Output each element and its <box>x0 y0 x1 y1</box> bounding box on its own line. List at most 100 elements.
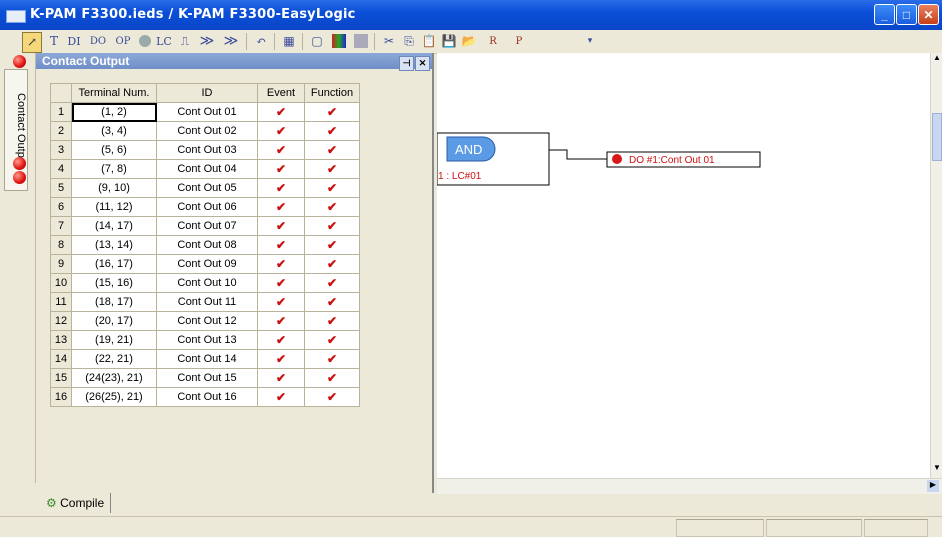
event-check-cell[interactable]: ✔ <box>257 368 305 388</box>
scroll-down-icon[interactable]: ▼ <box>932 463 942 473</box>
scroll-right-icon[interactable]: ▶ <box>927 480 939 492</box>
terminal-num-cell-cell[interactable]: (18, 17) <box>71 292 157 312</box>
id-cell-cell[interactable]: Cont Out 03 <box>156 140 258 160</box>
id-cell-cell[interactable]: Cont Out 06 <box>156 197 258 217</box>
pulse-tool-icon[interactable]: ⎍ <box>176 32 194 51</box>
event-check-cell[interactable]: ✔ <box>257 216 305 236</box>
id-cell-cell[interactable]: Cont Out 07 <box>156 216 258 236</box>
tool-di[interactable]: DI <box>64 32 84 51</box>
event-check-cell[interactable]: ✔ <box>257 235 305 255</box>
pointer-tool-icon[interactable]: ↗ <box>22 32 42 53</box>
event-check-cell[interactable]: ✔ <box>257 197 305 217</box>
id-cell-cell[interactable]: Cont Out 04 <box>156 159 258 179</box>
function-check-cell[interactable]: ✔ <box>304 178 360 198</box>
copy-icon[interactable]: ⎘ <box>400 32 418 51</box>
panel-close-icon[interactable]: ✕ <box>415 56 430 71</box>
function-check-cell[interactable]: ✔ <box>304 387 360 407</box>
id-cell-cell[interactable]: Cont Out 08 <box>156 235 258 255</box>
function-check-cell[interactable]: ✔ <box>304 102 360 122</box>
logic-canvas[interactable]: AND 1 : LC#01 DO #1:Cont Out 01 <box>437 53 930 478</box>
table-row[interactable]: 3 (5, 6) Cont Out 03 ✔ ✔ <box>50 140 360 160</box>
function-check-cell[interactable]: ✔ <box>304 197 360 217</box>
to-pc-icon[interactable]: P <box>508 32 530 51</box>
tool-t[interactable]: T <box>48 32 60 51</box>
id-cell-cell[interactable]: Cont Out 09 <box>156 254 258 274</box>
terminal-num-cell-cell[interactable]: (13, 14) <box>71 235 157 255</box>
event-check-cell[interactable]: ✔ <box>257 254 305 274</box>
shift-tool-2-icon[interactable]: ≫ <box>220 32 242 51</box>
tool-op[interactable]: OP <box>112 32 134 51</box>
save-icon[interactable]: 💾 <box>440 32 458 51</box>
function-check-cell[interactable]: ✔ <box>304 349 360 369</box>
terminal-num-cell-cell[interactable]: (22, 21) <box>71 349 157 369</box>
terminal-num-cell-cell[interactable]: (20, 17) <box>71 311 157 331</box>
table-row[interactable]: 12 (20, 17) Cont Out 12 ✔ ✔ <box>50 311 360 331</box>
tool-do[interactable]: DO <box>86 32 110 51</box>
minimize-button[interactable]: _ <box>874 4 895 25</box>
table-row[interactable]: 15 (24(23), 21) Cont Out 15 ✔ ✔ <box>50 368 360 388</box>
function-check-cell[interactable]: ✔ <box>304 311 360 331</box>
event-check-cell[interactable]: ✔ <box>257 311 305 331</box>
function-check-cell[interactable]: ✔ <box>304 121 360 141</box>
table-row[interactable]: 1 (1, 2) Cont Out 01 ✔ ✔ <box>50 102 360 122</box>
id-cell-cell[interactable]: Cont Out 11 <box>156 292 258 312</box>
function-check-cell[interactable]: ✔ <box>304 140 360 160</box>
event-check-cell[interactable]: ✔ <box>257 178 305 198</box>
output-icon-2[interactable] <box>13 157 26 170</box>
paste-icon[interactable]: 📋 <box>420 32 438 51</box>
id-cell-cell[interactable]: Cont Out 15 <box>156 368 258 388</box>
output-icon-3[interactable] <box>13 171 26 184</box>
table-row[interactable]: 13 (19, 21) Cont Out 13 ✔ ✔ <box>50 330 360 350</box>
maximize-button[interactable]: □ <box>896 4 917 25</box>
rectangle-tool-icon[interactable]: ▢ <box>308 32 326 51</box>
id-cell-cell[interactable]: Cont Out 05 <box>156 178 258 198</box>
table-row[interactable]: 5 (9, 10) Cont Out 05 ✔ ✔ <box>50 178 360 198</box>
event-check-cell[interactable]: ✔ <box>257 102 305 122</box>
event-check-cell[interactable]: ✔ <box>257 292 305 312</box>
function-check-cell[interactable]: ✔ <box>304 330 360 350</box>
id-cell-cell[interactable]: Cont Out 14 <box>156 349 258 369</box>
terminal-num-cell-cell[interactable]: (3, 4) <box>71 121 157 141</box>
table-row[interactable]: 11 (18, 17) Cont Out 11 ✔ ✔ <box>50 292 360 312</box>
table-row[interactable]: 4 (7, 8) Cont Out 04 ✔ ✔ <box>50 159 360 179</box>
undo-icon[interactable]: ↶ <box>252 32 270 51</box>
id-cell-cell[interactable]: Cont Out 12 <box>156 311 258 331</box>
function-check-cell[interactable]: ✔ <box>304 254 360 274</box>
horizontal-scrollbar[interactable]: ▶ <box>437 478 942 494</box>
color-tool-2-icon[interactable] <box>352 32 370 51</box>
table-row[interactable]: 9 (16, 17) Cont Out 09 ✔ ✔ <box>50 254 360 274</box>
terminal-num-cell-cell[interactable]: (11, 12) <box>71 197 157 217</box>
function-check-cell[interactable]: ✔ <box>304 292 360 312</box>
scroll-thumb[interactable] <box>932 113 942 161</box>
terminal-num-cell-cell[interactable]: (19, 21) <box>71 330 157 350</box>
vertical-scrollbar[interactable]: ▲ ▼ <box>930 53 942 478</box>
table-row[interactable]: 14 (22, 21) Cont Out 14 ✔ ✔ <box>50 349 360 369</box>
id-cell-cell[interactable]: Cont Out 16 <box>156 387 258 407</box>
event-check-cell[interactable]: ✔ <box>257 349 305 369</box>
event-check-cell[interactable]: ✔ <box>257 330 305 350</box>
table-row[interactable]: 2 (3, 4) Cont Out 02 ✔ ✔ <box>50 121 360 141</box>
function-check-cell[interactable]: ✔ <box>304 368 360 388</box>
id-cell-cell[interactable]: Cont Out 02 <box>156 121 258 141</box>
function-check-cell[interactable]: ✔ <box>304 159 360 179</box>
to-relay-icon[interactable]: R <box>482 32 504 51</box>
cut-icon[interactable]: ✂ <box>380 32 398 51</box>
id-cell-cell[interactable]: Cont Out 10 <box>156 273 258 293</box>
id-cell-cell[interactable]: Cont Out 01 <box>156 102 258 122</box>
scroll-up-icon[interactable]: ▲ <box>932 53 942 63</box>
terminal-num-cell-cell[interactable]: (15, 16) <box>71 273 157 293</box>
event-check-cell[interactable]: ✔ <box>257 121 305 141</box>
circle-tool-icon[interactable] <box>138 32 152 51</box>
shift-tool-icon[interactable]: ≫ <box>196 32 218 51</box>
table-row[interactable]: 16 (26(25), 21) Cont Out 16 ✔ ✔ <box>50 387 360 407</box>
tab-compile[interactable]: ⚙ Compile <box>42 493 112 513</box>
terminal-num-cell-cell[interactable]: (24(23), 21) <box>71 368 157 388</box>
event-check-cell[interactable]: ✔ <box>257 159 305 179</box>
toolbar-overflow-icon[interactable]: ▾ <box>586 32 594 51</box>
event-check-cell[interactable]: ✔ <box>257 273 305 293</box>
table-row[interactable]: 8 (13, 14) Cont Out 08 ✔ ✔ <box>50 235 360 255</box>
terminal-num-cell-cell[interactable]: (14, 17) <box>71 216 157 236</box>
table-row[interactable]: 6 (11, 12) Cont Out 06 ✔ ✔ <box>50 197 360 217</box>
terminal-num-cell-cell[interactable]: (26(25), 21) <box>71 387 157 407</box>
function-check-cell[interactable]: ✔ <box>304 235 360 255</box>
